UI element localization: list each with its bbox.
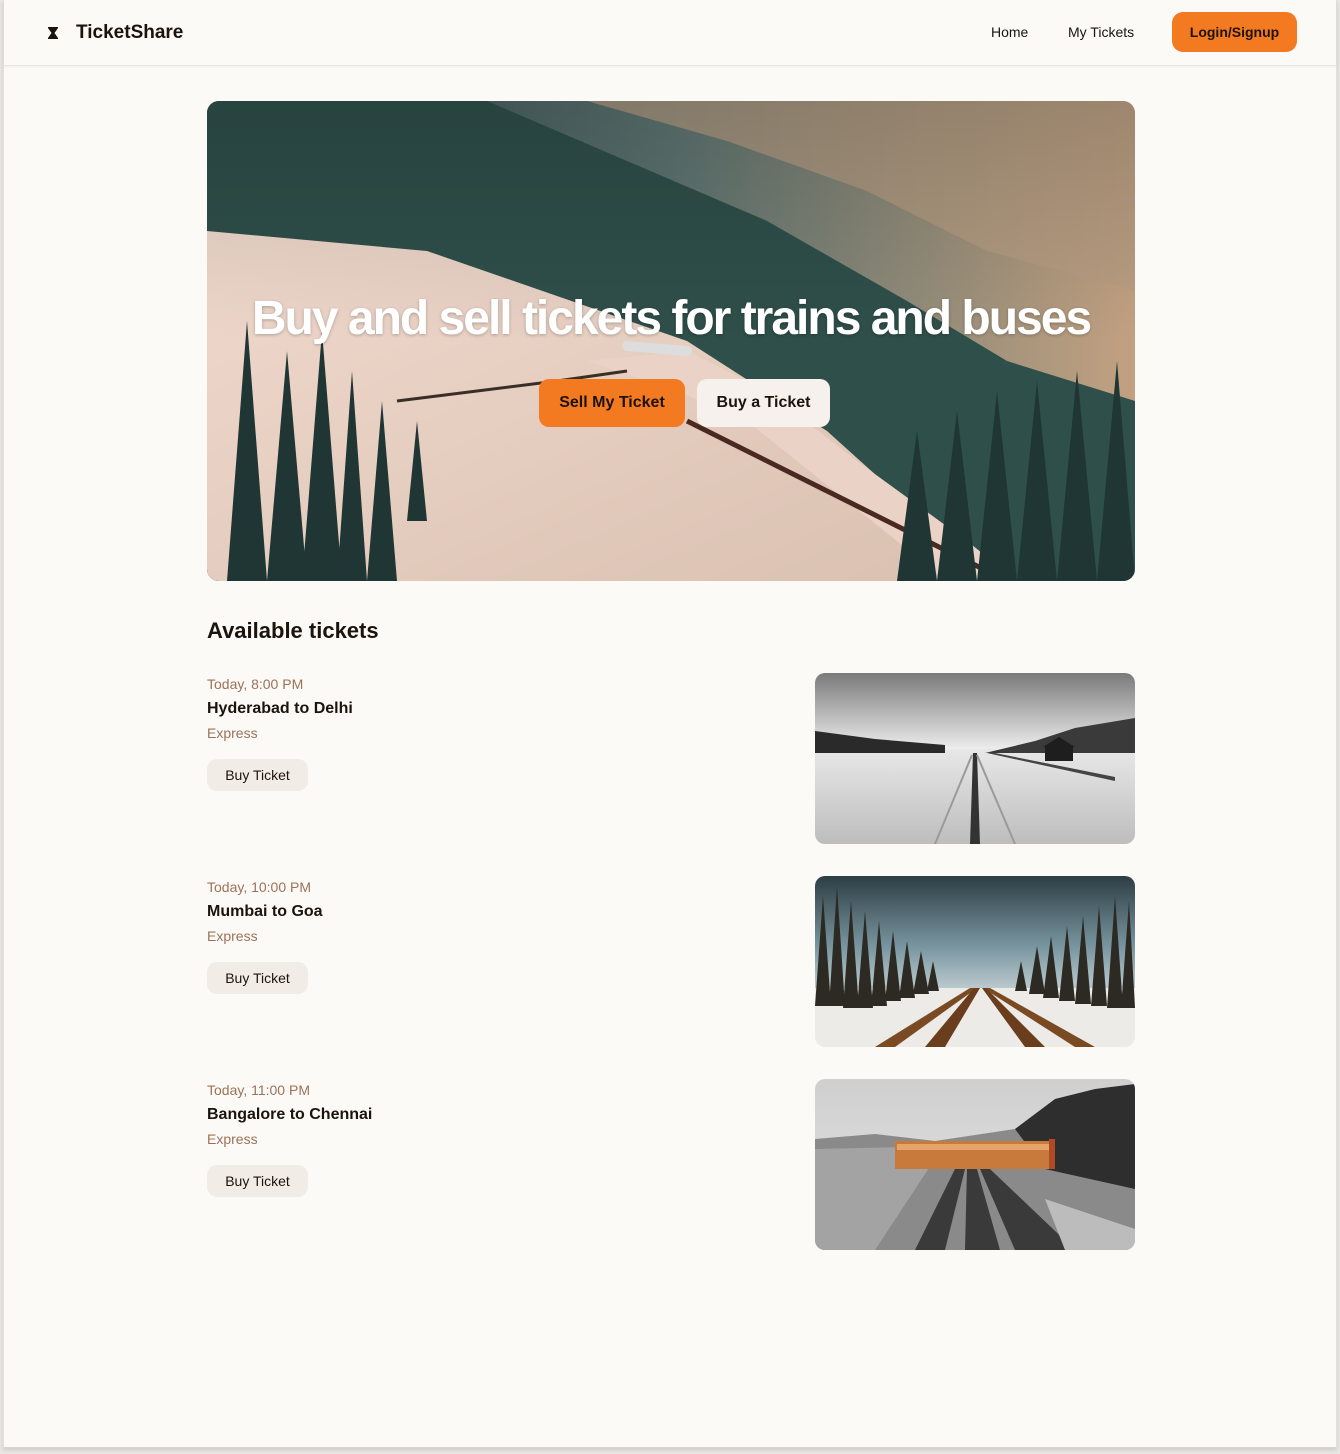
ticket-time: Today, 11:00 PM — [207, 1082, 310, 1098]
ticket-time: Today, 10:00 PM — [207, 879, 312, 895]
sell-my-ticket-button[interactable]: Sell My Ticket — [539, 379, 685, 427]
browser-page: TicketShare Home My Tickets Login/Signup — [3, 0, 1337, 1448]
buy-a-ticket-button[interactable]: Buy a Ticket — [697, 379, 830, 427]
hero-title: Buy and sell tickets for trains and buse… — [251, 292, 1092, 345]
ticket-image — [815, 673, 1135, 844]
nav-my-tickets-link[interactable]: My Tickets — [1068, 24, 1134, 40]
available-tickets-heading: Available tickets — [207, 618, 379, 643]
ticket-image — [815, 1079, 1135, 1250]
ticket-type: Express — [207, 1131, 258, 1147]
top-navbar: TicketShare Home My Tickets Login/Signup — [4, 0, 1336, 66]
login-signup-button[interactable]: Login/Signup — [1172, 12, 1297, 52]
nav-home-link[interactable]: Home — [991, 24, 1028, 40]
buy-ticket-button[interactable]: Buy Ticket — [207, 759, 308, 791]
ticket-time: Today, 8:00 PM — [207, 676, 304, 692]
ticket-type: Express — [207, 928, 258, 944]
buy-ticket-button[interactable]: Buy Ticket — [207, 962, 308, 994]
ticket-type: Express — [207, 725, 258, 741]
ticket-image — [815, 876, 1135, 1047]
ticket-route: Hyderabad to Delhi — [207, 700, 353, 717]
buy-ticket-button[interactable]: Buy Ticket — [207, 1165, 308, 1197]
app-name: TicketShare — [76, 22, 184, 43]
hourglass-logo-icon — [44, 24, 62, 42]
logo[interactable]: TicketShare — [44, 20, 183, 46]
ticket-route: Mumbai to Goa — [207, 903, 323, 920]
ticket-card: Today, 11:00 PM Bangalore to Chennai Exp… — [207, 1079, 1135, 1250]
hero-banner: Buy and sell tickets for trains and buse… — [207, 101, 1135, 581]
ticket-card: Today, 8:00 PM Hyderabad to Delhi Expres… — [207, 673, 1135, 844]
ticket-card: Today, 10:00 PM Mumbai to Goa Express Bu… — [207, 876, 1135, 1047]
ticket-route: Bangalore to Chennai — [207, 1106, 373, 1123]
